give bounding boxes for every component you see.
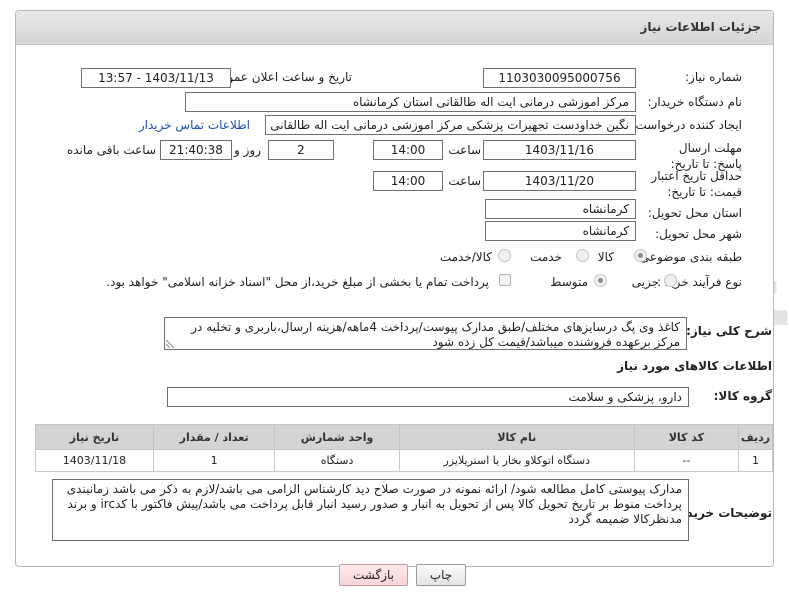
description-textarea[interactable]: کاغذ وی پگ درسایزهای مختلف/طبق مدارک پیو…: [164, 317, 687, 350]
price-validity-label: حداقل تاریخ اعتبار قیمت: تا تاریخ:: [651, 169, 742, 199]
purchase-type-radio-medium[interactable]: [594, 274, 607, 287]
col-goods-name: نام کالا: [398, 424, 635, 450]
delivery-province-field[interactable]: کرمانشاه: [485, 199, 636, 219]
back-button[interactable]: بازگشت: [339, 564, 408, 586]
resize-grip-icon: [166, 339, 175, 348]
price-validity-time-field[interactable]: 14:00: [373, 171, 443, 191]
need-number-label: شماره نیاز:: [685, 70, 742, 84]
table-row[interactable]: 1 -- دستگاه اتوکلاو بخار یا استریلایزر د…: [35, 449, 773, 472]
cell-unit: دستگاه: [274, 449, 400, 472]
col-unit: واحد شمارش: [274, 424, 400, 450]
goods-info-title: اطلاعات کالاهای مورد نیاز: [617, 359, 772, 373]
requester-label: ایجاد کننده درخواست:: [631, 118, 742, 132]
category-option-service: خدمت: [530, 250, 562, 264]
panel-header: جزئیات اطلاعات نیاز: [16, 11, 773, 45]
goods-group-field[interactable]: دارو، پزشکی و سلامت: [167, 387, 689, 407]
treasury-payment-checkbox[interactable]: [499, 274, 511, 286]
price-validity-time-label: ساعت: [448, 174, 481, 188]
requester-field[interactable]: نگین خداودست تجهیزات پزشکی مرکز اموزشی د…: [265, 115, 636, 135]
goods-group-label: گروه کالا:: [713, 389, 772, 403]
delivery-province-label: استان محل تحویل:: [647, 206, 742, 220]
buyer-org-field[interactable]: مرکز اموزشی درمانی ایت اله طالقانی استان…: [185, 92, 636, 112]
buyer-contact-link[interactable]: اطلاعات تماس خریدار: [139, 118, 250, 132]
category-radio-goods-service[interactable]: [498, 249, 511, 262]
purchase-type-option-minor: جزیی: [631, 275, 659, 289]
buyer-org-label: نام دستگاه خریدار:: [647, 95, 743, 109]
buyer-notes-textarea[interactable]: مدارک پیوستی کامل مطالعه شود/ ارائه نمون…: [52, 479, 689, 541]
announce-datetime-field[interactable]: 1403/11/13 - 13:57: [81, 68, 231, 88]
cell-need-date: 1403/11/18: [35, 449, 154, 472]
col-goods-code: کد کالا: [633, 424, 740, 450]
delivery-city-label: شهر محل تحویل:: [655, 227, 742, 241]
category-radio-service[interactable]: [576, 249, 589, 262]
col-need-date: تاریخ نیاز: [35, 424, 154, 450]
panel-title: جزئیات اطلاعات نیاز: [640, 20, 761, 34]
reply-days-field[interactable]: 2: [268, 140, 334, 160]
description-text: کاغذ وی پگ درسایزهای مختلف/طبق مدارک پیو…: [191, 320, 680, 349]
category-radio-goods[interactable]: [634, 249, 647, 262]
category-option-goods: کالا: [597, 250, 614, 264]
reply-deadline-time-field[interactable]: 14:00: [373, 140, 443, 160]
col-row-number: ردیف: [738, 424, 773, 450]
category-option-goods-service: کالا/خدمت: [439, 250, 492, 264]
treasury-payment-note: پرداخت تمام یا بخشی از مبلغ خرید،از محل …: [106, 275, 489, 289]
remaining-time-label: ساعت باقی مانده: [66, 143, 156, 157]
purchase-type-option-medium: متوسط: [550, 275, 588, 289]
cell-goods-name: دستگاه اتوکلاو بخار یا استریلایزر: [398, 449, 635, 472]
reply-deadline-time-label: ساعت: [448, 143, 481, 157]
goods-table: ردیف کد کالا نام کالا واحد شمارش تعداد /…: [35, 424, 773, 472]
reply-deadline-date-field[interactable]: 1403/11/16: [483, 140, 636, 160]
cell-goods-code: --: [633, 449, 740, 472]
need-number-field[interactable]: 1103030095000756: [483, 68, 636, 88]
remaining-time-field[interactable]: 21:40:38: [160, 140, 232, 160]
cell-row-number: 1: [738, 449, 773, 472]
delivery-city-field[interactable]: کرمانشاه: [485, 221, 636, 241]
purchase-type-radio-minor[interactable]: [664, 274, 677, 287]
description-label: شرح کلی نیاز:: [686, 324, 772, 338]
col-quantity: تعداد / مقدار: [152, 424, 276, 450]
price-validity-date-field[interactable]: 1403/11/20: [483, 171, 636, 191]
print-button[interactable]: چاپ: [416, 564, 466, 586]
category-label: طبقه بندی موضوعی:: [635, 250, 742, 264]
cell-quantity: 1: [152, 449, 276, 472]
buyer-notes-text: مدارک پیوستی کامل مطالعه شود/ ارائه نمون…: [66, 482, 682, 526]
goods-table-header: ردیف کد کالا نام کالا واحد شمارش تعداد /…: [35, 424, 773, 450]
reply-days-label: روز و: [234, 143, 261, 157]
